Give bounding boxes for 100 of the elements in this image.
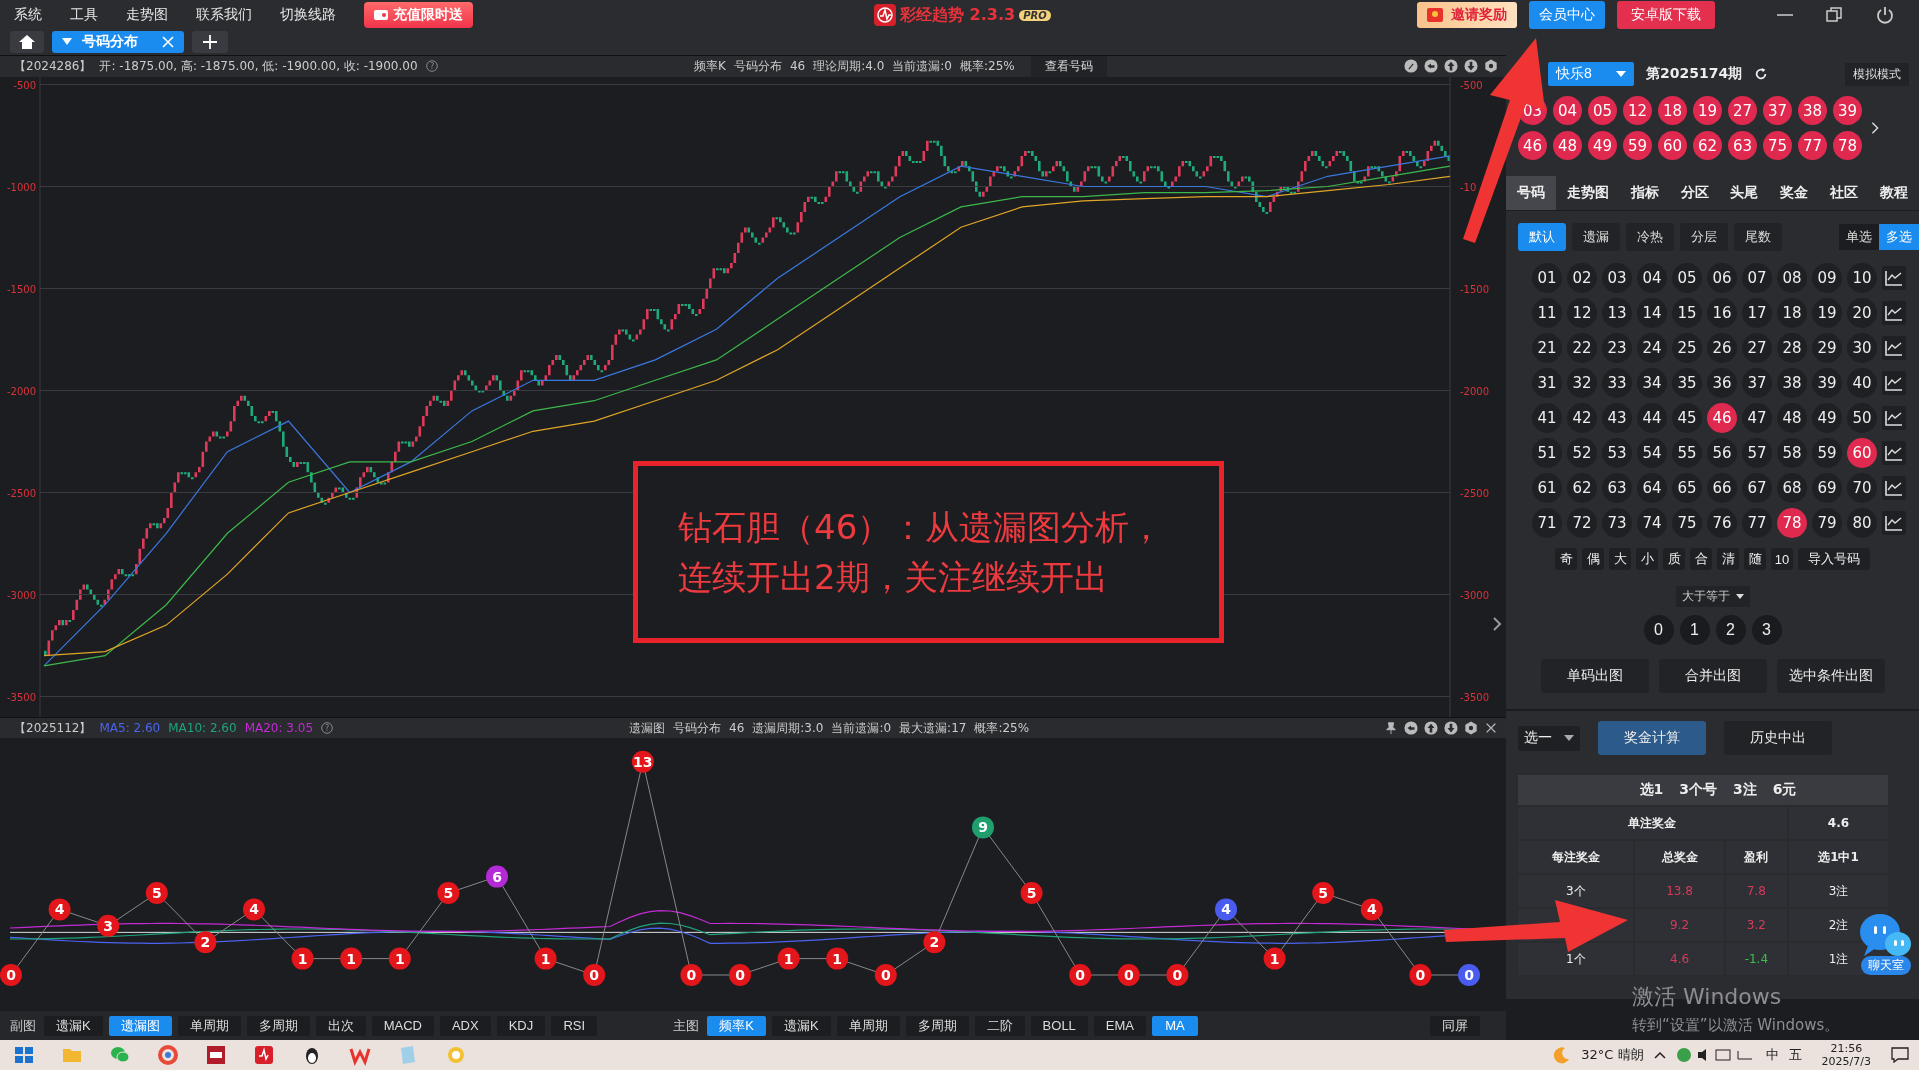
input-mode-text[interactable]: 五 [1788, 1046, 1802, 1064]
number-ball[interactable]: 74 [1637, 508, 1667, 538]
number-ball[interactable]: 29 [1812, 333, 1842, 363]
number-ball[interactable]: 68 [1777, 473, 1807, 503]
count-option[interactable]: 0 [1643, 615, 1674, 645]
menu-item[interactable]: 联系我们 [182, 6, 266, 24]
menu-item[interactable]: 系统 [0, 6, 56, 24]
indicator-button[interactable]: KDJ [496, 1015, 546, 1036]
pin-icon[interactable] [1384, 721, 1398, 736]
app-tile-icon[interactable] [205, 1044, 227, 1066]
filter-button[interactable]: 质 [1663, 548, 1685, 570]
number-ball[interactable]: 28 [1777, 333, 1807, 363]
number-ball[interactable]: 26 [1707, 333, 1737, 363]
panel-tab[interactable]: 走势图 [1555, 176, 1620, 210]
trend-chart-icon[interactable] [1882, 406, 1906, 430]
trend-chart-icon[interactable] [1882, 511, 1906, 535]
number-ball[interactable]: 73 [1602, 508, 1632, 538]
number-ball[interactable]: 59 [1812, 438, 1842, 468]
select-dropdown[interactable]: 选一 [1518, 725, 1580, 751]
refresh-icon[interactable] [1754, 67, 1769, 81]
number-ball[interactable]: 70 [1847, 473, 1877, 503]
add-tab-button[interactable] [192, 31, 228, 54]
number-ball[interactable]: 24 [1637, 333, 1667, 363]
number-ball[interactable]: 43 [1602, 403, 1632, 433]
chart-button[interactable]: 合并出图 [1658, 659, 1767, 693]
trend-chart-icon[interactable] [1882, 476, 1906, 500]
filter-button[interactable]: 导入号码 [1798, 548, 1870, 570]
windows-logo-icon[interactable] [13, 1044, 35, 1066]
number-ball[interactable]: 16 [1707, 298, 1737, 328]
menu-item[interactable]: 走势图 [112, 6, 182, 24]
indicator-button[interactable]: 单周期 [177, 1015, 241, 1036]
number-ball[interactable]: 36 [1707, 368, 1737, 398]
input-method-text[interactable]: 中 [1765, 1046, 1779, 1064]
number-ball[interactable]: 05 [1672, 263, 1702, 293]
number-ball[interactable]: 23 [1602, 333, 1632, 363]
help-icon[interactable]: ? [321, 722, 334, 735]
indicator-button[interactable]: 多周期 [246, 1015, 310, 1036]
number-ball[interactable]: 38 [1777, 368, 1807, 398]
number-ball[interactable]: 53 [1602, 438, 1632, 468]
menu-item[interactable]: 工具 [56, 6, 112, 24]
filter-button[interactable]: 大 [1609, 548, 1631, 570]
calc-tab[interactable]: 奖金计算 [1598, 721, 1706, 755]
number-ball[interactable]: 25 [1672, 333, 1702, 363]
download-button[interactable]: 安卓版下载 [1617, 1, 1715, 29]
number-ball[interactable]: 69 [1812, 473, 1842, 503]
number-ball[interactable]: 54 [1637, 438, 1667, 468]
chart-button[interactable]: 单码出图 [1540, 659, 1649, 693]
indicator-button[interactable]: 单周期 [836, 1015, 900, 1036]
number-ball[interactable]: 34 [1637, 368, 1667, 398]
number-ball[interactable]: 17 [1742, 298, 1772, 328]
number-ball[interactable]: 08 [1777, 263, 1807, 293]
calc-tab[interactable]: 历史中出 [1724, 721, 1832, 755]
view-tab[interactable]: 分层 [1680, 223, 1728, 251]
help-icon[interactable]: ? [425, 60, 438, 73]
clock-date[interactable]: 2025/7/3 [1821, 1055, 1871, 1068]
number-ball[interactable]: 65 [1672, 473, 1702, 503]
number-ball[interactable]: 75 [1672, 508, 1702, 538]
number-ball[interactable]: 40 [1847, 368, 1877, 398]
number-ball[interactable]: 72 [1567, 508, 1597, 538]
number-ball[interactable]: 58 [1777, 438, 1807, 468]
number-ball[interactable]: 51 [1532, 438, 1562, 468]
compare-dropdown[interactable]: 大于等于 [1675, 586, 1750, 607]
number-ball[interactable]: 71 [1532, 508, 1562, 538]
number-ball[interactable]: 66 [1707, 473, 1737, 503]
number-ball[interactable]: 56 [1707, 438, 1737, 468]
number-ball[interactable]: 13 [1602, 298, 1632, 328]
indicator-button[interactable]: ADX [439, 1015, 491, 1036]
notification-icon[interactable] [1891, 1047, 1909, 1063]
number-ball[interactable]: 47 [1742, 403, 1772, 433]
undo-icon[interactable] [1424, 59, 1438, 74]
number-ball[interactable]: 01 [1532, 263, 1562, 293]
chat-room-button[interactable]: 聊天室 [1861, 956, 1911, 975]
number-ball[interactable]: 12 [1567, 298, 1597, 328]
number-ball[interactable]: 02 [1567, 263, 1597, 293]
number-ball[interactable]: 79 [1812, 508, 1842, 538]
count-option[interactable]: 2 [1715, 615, 1746, 645]
count-option[interactable]: 1 [1679, 615, 1710, 645]
pencil-icon[interactable] [1404, 59, 1418, 74]
filter-button[interactable]: 奇 [1555, 548, 1577, 570]
panel-tab[interactable]: 教程 [1869, 176, 1919, 210]
number-ball[interactable]: 78 [1777, 508, 1807, 538]
number-ball[interactable]: 30 [1847, 333, 1877, 363]
clock-time[interactable]: 21:56 [1830, 1042, 1863, 1055]
number-ball[interactable]: 15 [1672, 298, 1702, 328]
filter-button[interactable]: 偶 [1582, 548, 1604, 570]
number-ball[interactable]: 50 [1847, 403, 1877, 433]
indicator-button[interactable]: BOLL [1030, 1015, 1088, 1036]
trend-chart-icon[interactable] [1882, 336, 1906, 360]
arrow-up-icon[interactable] [1424, 721, 1438, 736]
trend-chart-icon[interactable] [1882, 441, 1906, 465]
number-ball[interactable]: 18 [1777, 298, 1807, 328]
number-ball[interactable]: 44 [1637, 403, 1667, 433]
indicator-button[interactable]: 多周期 [905, 1015, 969, 1036]
settings-icon[interactable] [1484, 59, 1498, 74]
panel-tab[interactable]: 社区 [1819, 176, 1870, 210]
indicator-button[interactable]: EMA [1093, 1015, 1146, 1036]
number-ball[interactable]: 48 [1777, 403, 1807, 433]
undo-icon[interactable] [1404, 721, 1418, 736]
arrow-up-icon[interactable] [1444, 59, 1458, 74]
number-ball[interactable]: 67 [1742, 473, 1772, 503]
